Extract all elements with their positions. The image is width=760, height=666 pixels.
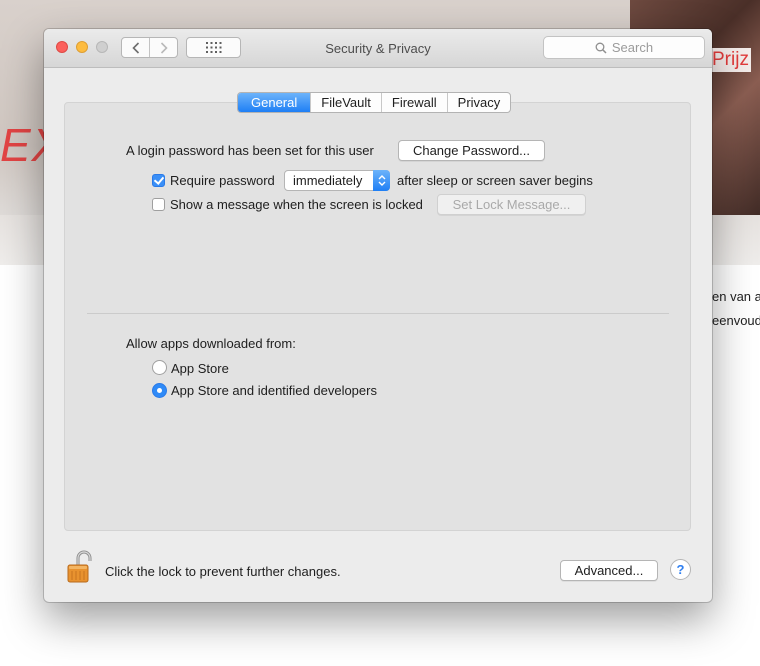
search-icon bbox=[595, 42, 607, 54]
window-title: Security & Privacy bbox=[325, 41, 431, 56]
after-sleep-label: after sleep or screen saver begins bbox=[397, 173, 593, 188]
require-password-label: Require password bbox=[170, 173, 275, 188]
require-password-delay-popup[interactable]: immediately bbox=[284, 170, 390, 191]
show-all-button[interactable] bbox=[186, 37, 241, 58]
chevron-right-icon bbox=[160, 41, 168, 54]
background-heading: Prijz bbox=[710, 48, 751, 72]
search-placeholder: Search bbox=[611, 40, 654, 55]
tab-firewall[interactable]: Firewall bbox=[380, 93, 447, 112]
radio-app-store[interactable] bbox=[152, 360, 167, 375]
background-text-line-1: en van a bbox=[712, 289, 760, 304]
tab-bar: General FileVault Firewall Privacy bbox=[237, 92, 512, 113]
help-button[interactable]: ? bbox=[670, 559, 691, 580]
navigation-buttons bbox=[121, 37, 178, 58]
lock-status-label: Click the lock to prevent further change… bbox=[105, 564, 341, 579]
tab-filevault[interactable]: FileVault bbox=[310, 93, 381, 112]
radio-app-store-label: App Store bbox=[171, 361, 229, 376]
require-password-delay-value: immediately bbox=[293, 173, 363, 188]
set-lock-message-button[interactable]: Set Lock Message... bbox=[437, 194, 586, 215]
title-bar: Security & Privacy Search bbox=[44, 29, 712, 68]
grid-icon bbox=[205, 42, 221, 53]
back-button[interactable] bbox=[122, 38, 149, 57]
security-privacy-window: Security & Privacy Search General FileVa… bbox=[44, 29, 712, 602]
minimize-button[interactable] bbox=[76, 41, 88, 53]
popup-arrows-icon bbox=[373, 170, 390, 191]
change-password-button[interactable]: Change Password... bbox=[398, 140, 545, 161]
tab-privacy[interactable]: Privacy bbox=[446, 93, 511, 112]
zoom-button[interactable] bbox=[96, 41, 108, 53]
background-text-line-2: eenvoud bbox=[712, 313, 760, 328]
show-message-checkbox[interactable] bbox=[152, 198, 165, 211]
forward-button[interactable] bbox=[149, 38, 177, 57]
search-field[interactable]: Search bbox=[543, 36, 705, 59]
login-password-label: A login password has been set for this u… bbox=[126, 143, 374, 158]
unlocked-padlock-icon bbox=[67, 550, 92, 583]
advanced-button[interactable]: Advanced... bbox=[560, 560, 658, 581]
show-message-label: Show a message when the screen is locked bbox=[170, 197, 423, 212]
general-panel bbox=[64, 102, 691, 531]
tab-general[interactable]: General bbox=[238, 93, 311, 112]
radio-app-store-identified-label: App Store and identified developers bbox=[171, 383, 377, 398]
close-button[interactable] bbox=[56, 41, 68, 53]
radio-app-store-identified[interactable] bbox=[152, 383, 167, 398]
require-password-checkbox[interactable] bbox=[152, 174, 165, 187]
allow-apps-heading: Allow apps downloaded from: bbox=[126, 336, 296, 351]
lock-button[interactable] bbox=[64, 549, 98, 585]
chevron-left-icon bbox=[131, 41, 139, 54]
section-divider bbox=[87, 313, 669, 314]
